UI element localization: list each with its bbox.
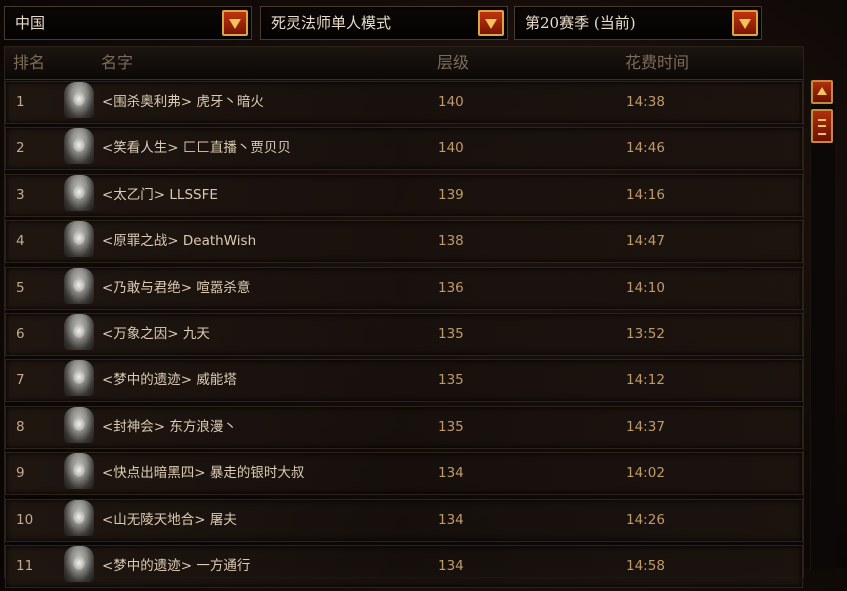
avatar — [64, 82, 94, 118]
region-dropdown-value: 中国 — [15, 14, 46, 32]
row-rank: 3 — [16, 186, 25, 203]
row-rank: 8 — [16, 418, 25, 435]
row-name[interactable]: <封神会> 东方浪漫丶 — [102, 407, 237, 448]
row-time: 14:12 — [626, 372, 665, 389]
table-row[interactable]: 9 <快点出暗黑四> 暴走的银时大叔 134 14:02 — [5, 452, 803, 496]
table-row[interactable]: 7 <梦中的遗迹> 威能塔 135 14:12 — [5, 359, 803, 403]
row-name[interactable]: <原罪之战> DeathWish — [102, 221, 256, 262]
row-level: 134 — [438, 557, 464, 574]
avatar — [64, 406, 94, 443]
class-mode-dropdown-value: 死灵法师单人模式 — [271, 14, 392, 32]
scrollbar-thumb[interactable] — [811, 109, 833, 143]
avatar — [64, 360, 94, 397]
row-time: 14:26 — [626, 511, 665, 528]
table-row[interactable]: 3 <太乙门> LLSSFE 139 14:16 — [5, 173, 803, 217]
row-rank: 10 — [16, 511, 34, 528]
avatar — [64, 313, 94, 350]
leaderboard-header: 排名 名字 层级 花费时间 — [5, 47, 803, 80]
row-name[interactable]: <围杀奥利弗> 虎牙丶暗火 — [102, 82, 264, 123]
row-name[interactable]: <梦中的遗迹> 一方通行 — [102, 546, 250, 587]
row-rank: 11 — [16, 557, 34, 574]
avatar — [64, 545, 94, 582]
chevron-down-icon[interactable] — [732, 10, 758, 36]
chevron-down-icon[interactable] — [478, 10, 504, 36]
avatar — [64, 453, 94, 490]
row-name[interactable]: <梦中的遗迹> 威能塔 — [102, 360, 237, 401]
arrow-up-icon[interactable] — [811, 80, 833, 104]
row-rank: 4 — [16, 233, 25, 250]
filter-bar: 中国 死灵法师单人模式 第20赛季 (当前) — [4, 6, 764, 42]
table-row[interactable]: 5 <乃敢与君绝> 喧嚣杀意 136 14:10 — [5, 266, 803, 310]
column-header-rank[interactable]: 排名 — [13, 47, 45, 79]
table-row[interactable]: 8 <封神会> 东方浪漫丶 135 14:37 — [5, 405, 803, 449]
row-rank: 9 — [16, 465, 25, 482]
row-name[interactable]: <乃敢与君绝> 喧嚣杀意 — [102, 268, 250, 309]
row-time: 14:58 — [626, 557, 665, 574]
avatar — [64, 174, 94, 211]
table-row[interactable]: 1 <围杀奥利弗> 虎牙丶暗火 140 14:38 — [5, 81, 803, 124]
row-level: 135 — [438, 418, 464, 435]
column-header-name[interactable]: 名字 — [101, 47, 133, 79]
season-dropdown[interactable]: 第20赛季 (当前) — [514, 6, 762, 40]
row-rank: 1 — [16, 94, 25, 110]
row-name[interactable]: <万象之因> 九天 — [102, 314, 210, 355]
row-level: 138 — [438, 233, 464, 250]
row-rank: 2 — [16, 140, 25, 157]
column-header-level[interactable]: 层级 — [437, 47, 469, 79]
table-row[interactable]: 10 <山无陵天地合> 屠夫 134 14:26 — [5, 498, 803, 542]
row-name[interactable]: <笑看人生> 匚匚直播丶贾贝贝 — [102, 128, 291, 169]
class-mode-dropdown[interactable]: 死灵法师单人模式 — [260, 6, 508, 40]
row-level: 134 — [438, 511, 464, 528]
row-rank: 6 — [16, 325, 25, 342]
row-level: 134 — [438, 465, 464, 482]
leaderboard-rows: 1 <围杀奥利弗> 虎牙丶暗火 140 14:38 2 <笑看人生> 匚匚直播丶… — [5, 81, 803, 591]
row-level: 135 — [438, 325, 464, 342]
row-rank: 5 — [16, 279, 25, 296]
table-row[interactable]: 4 <原罪之战> DeathWish 138 14:47 — [5, 220, 803, 264]
row-name[interactable]: <山无陵天地合> 屠夫 — [102, 500, 237, 541]
table-row[interactable]: 6 <万象之因> 九天 135 13:52 — [5, 312, 803, 356]
row-time: 14:02 — [626, 465, 665, 482]
chevron-down-icon[interactable] — [222, 10, 248, 36]
avatar — [64, 499, 94, 536]
season-dropdown-value: 第20赛季 (当前) — [525, 14, 636, 32]
column-header-time[interactable]: 花费时间 — [625, 47, 689, 79]
row-time: 14:46 — [626, 140, 665, 157]
avatar — [64, 267, 94, 304]
row-level: 140 — [438, 140, 464, 157]
row-time: 14:37 — [626, 418, 665, 435]
row-time: 14:10 — [626, 279, 665, 296]
row-rank: 7 — [16, 372, 25, 389]
row-time: 14:47 — [626, 233, 665, 250]
row-level: 140 — [438, 94, 464, 110]
row-level: 135 — [438, 372, 464, 389]
avatar — [64, 128, 94, 165]
table-row[interactable]: 2 <笑看人生> 匚匚直播丶贾贝贝 140 14:46 — [5, 127, 803, 171]
row-time: 13:52 — [626, 325, 665, 342]
table-row[interactable]: 11 <梦中的遗迹> 一方通行 134 14:58 — [5, 544, 803, 588]
row-time: 14:16 — [626, 186, 665, 203]
row-name[interactable]: <快点出暗黑四> 暴走的银时大叔 — [102, 453, 304, 494]
avatar — [64, 221, 94, 258]
row-time: 14:38 — [626, 94, 665, 110]
row-name[interactable]: <太乙门> LLSSFE — [102, 175, 218, 216]
row-level: 136 — [438, 279, 464, 296]
row-level: 139 — [438, 186, 464, 203]
region-dropdown[interactable]: 中国 — [4, 6, 252, 40]
scrollbar-track[interactable] — [810, 80, 835, 570]
leaderboard: 排名 名字 层级 花费时间 1 <围杀奥利弗> 虎牙丶暗火 140 14:38 … — [4, 46, 804, 588]
